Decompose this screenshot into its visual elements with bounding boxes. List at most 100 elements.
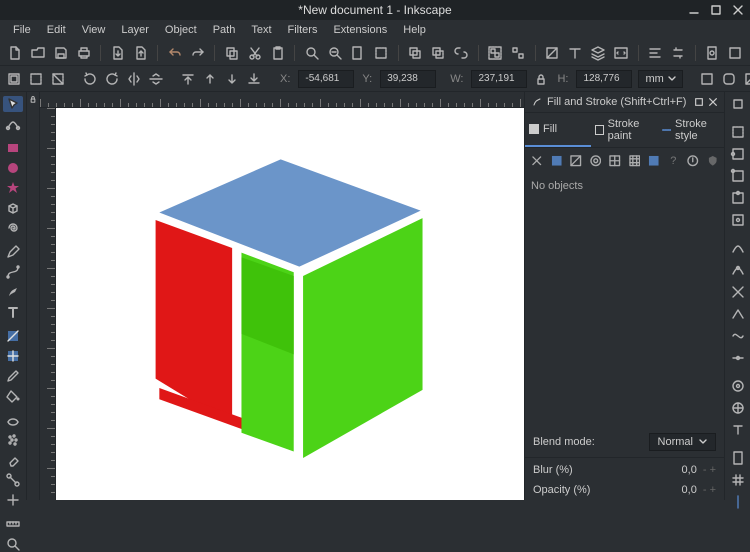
copy-icon[interactable] xyxy=(223,44,240,62)
flip-h-icon[interactable] xyxy=(126,70,142,88)
scale-stroke-icon[interactable] xyxy=(699,70,715,88)
snap-bbox-corner-icon[interactable] xyxy=(729,168,747,184)
lower-bottom-icon[interactable] xyxy=(246,70,262,88)
snap-page-icon[interactable] xyxy=(729,450,747,466)
ruler-horizontal[interactable] xyxy=(40,92,524,108)
import-icon[interactable] xyxy=(109,44,126,62)
blur-value[interactable]: 0,0 xyxy=(682,464,697,476)
menu-path[interactable]: Path xyxy=(206,22,243,38)
pattern-icon[interactable] xyxy=(629,154,641,168)
snap-bbox-midpoint-icon[interactable] xyxy=(729,190,747,206)
export-icon[interactable] xyxy=(132,44,149,62)
mesh-grad-icon[interactable] xyxy=(609,154,621,168)
zoom-fit-icon[interactable] xyxy=(303,44,320,62)
select-all-layers-icon[interactable] xyxy=(6,70,22,88)
group-icon[interactable] xyxy=(487,44,504,62)
menu-view[interactable]: View xyxy=(75,22,113,38)
rect-tool-icon[interactable] xyxy=(3,140,23,156)
unset-paint-icon[interactable] xyxy=(687,154,699,168)
doc-props-icon[interactable] xyxy=(704,44,721,62)
connector-tool-icon[interactable] xyxy=(3,472,23,488)
mesh-tool-icon[interactable] xyxy=(3,348,23,364)
3dbox-tool-icon[interactable] xyxy=(3,200,23,216)
zoom-drawing-icon[interactable] xyxy=(326,44,343,62)
flip-v-icon[interactable] xyxy=(148,70,164,88)
menu-text[interactable]: Text xyxy=(244,22,278,38)
paste-icon[interactable] xyxy=(269,44,286,62)
swatch-icon[interactable] xyxy=(648,154,660,168)
new-doc-icon[interactable] xyxy=(6,44,23,62)
menu-filters[interactable]: Filters xyxy=(281,22,325,38)
measure-tool-icon[interactable] xyxy=(3,516,23,532)
menu-extensions[interactable]: Extensions xyxy=(326,22,394,38)
ungroup-icon[interactable] xyxy=(510,44,527,62)
spiral-tool-icon[interactable] xyxy=(3,220,23,236)
snap-grid-icon[interactable] xyxy=(729,472,747,488)
tweak-tool-icon[interactable] xyxy=(3,412,23,428)
fill-stroke-icon[interactable] xyxy=(544,44,561,62)
open-icon[interactable] xyxy=(29,44,46,62)
rotate-ccw-icon[interactable] xyxy=(82,70,98,88)
zoom-tool-icon[interactable] xyxy=(3,536,23,552)
bezier-tool-icon[interactable] xyxy=(3,264,23,280)
snap-path-icon[interactable] xyxy=(729,262,747,278)
panel-close-icon[interactable] xyxy=(708,97,718,107)
w-input[interactable]: 237,191 xyxy=(471,70,527,88)
snap-guide-icon[interactable] xyxy=(729,494,747,510)
node-tool-icon[interactable] xyxy=(3,116,23,132)
selectors-icon[interactable] xyxy=(727,44,744,62)
unknown-paint-icon[interactable]: ? xyxy=(668,154,680,168)
menu-edit[interactable]: Edit xyxy=(40,22,73,38)
tab-fill[interactable]: Fill xyxy=(525,113,591,147)
snap-intersection-icon[interactable] xyxy=(729,284,747,300)
x-input[interactable]: -54,681 xyxy=(298,70,354,88)
text-tool-icon[interactable] xyxy=(3,304,23,320)
h-input[interactable]: 128,776 xyxy=(576,70,632,88)
clone-icon[interactable] xyxy=(430,44,447,62)
xml-editor-icon[interactable] xyxy=(613,44,630,62)
dropper-tool-icon[interactable] xyxy=(3,368,23,384)
maximize-icon[interactable] xyxy=(710,4,722,16)
bucket-tool-icon[interactable] xyxy=(3,388,23,404)
snap-node-icon[interactable] xyxy=(729,240,747,256)
eraser-tool-icon[interactable] xyxy=(3,452,23,468)
snap-cusp-icon[interactable] xyxy=(729,306,747,322)
pencil-tool-icon[interactable] xyxy=(3,244,23,260)
snap-bbox-center-icon[interactable] xyxy=(729,212,747,228)
move-gradient-icon[interactable] xyxy=(743,70,750,88)
selector-tool-icon[interactable] xyxy=(3,96,23,112)
lock-guides-icon[interactable] xyxy=(28,94,38,104)
lpe-tool-icon[interactable] xyxy=(3,492,23,508)
undo-icon[interactable] xyxy=(166,44,183,62)
radial-grad-icon[interactable] xyxy=(590,154,602,168)
star-tool-icon[interactable] xyxy=(3,180,23,196)
layers-dialog-icon[interactable] xyxy=(590,44,607,62)
y-input[interactable]: 39,238 xyxy=(380,70,436,88)
zoom-page-icon[interactable] xyxy=(349,44,366,62)
raise-top-icon[interactable] xyxy=(180,70,196,88)
raise-icon[interactable] xyxy=(202,70,218,88)
deselect-icon[interactable] xyxy=(50,70,66,88)
unit-select[interactable]: mm xyxy=(638,70,682,88)
save-icon[interactable] xyxy=(52,44,69,62)
menu-help[interactable]: Help xyxy=(396,22,433,38)
snap-smooth-icon[interactable] xyxy=(729,328,747,344)
menu-layer[interactable]: Layer xyxy=(114,22,156,38)
rotate-cw-icon[interactable] xyxy=(104,70,120,88)
circle-tool-icon[interactable] xyxy=(3,160,23,176)
text-dialog-icon[interactable] xyxy=(567,44,584,62)
calligraphy-tool-icon[interactable] xyxy=(3,284,23,300)
gradient-tool-icon[interactable] xyxy=(3,328,23,344)
print-icon[interactable] xyxy=(75,44,92,62)
shield-icon[interactable] xyxy=(707,154,719,168)
select-all-icon[interactable] xyxy=(28,70,44,88)
no-paint-icon[interactable] xyxy=(531,154,543,168)
flat-paint-icon[interactable] xyxy=(551,154,563,168)
snap-center-icon[interactable] xyxy=(729,378,747,394)
snap-bbox-icon[interactable] xyxy=(729,124,747,140)
opacity-value[interactable]: 0,0 xyxy=(682,484,697,496)
prefs-icon[interactable] xyxy=(670,44,687,62)
zoom-selection-icon[interactable] xyxy=(372,44,389,62)
minimize-icon[interactable] xyxy=(688,4,700,16)
snap-enable-icon[interactable] xyxy=(729,96,747,112)
